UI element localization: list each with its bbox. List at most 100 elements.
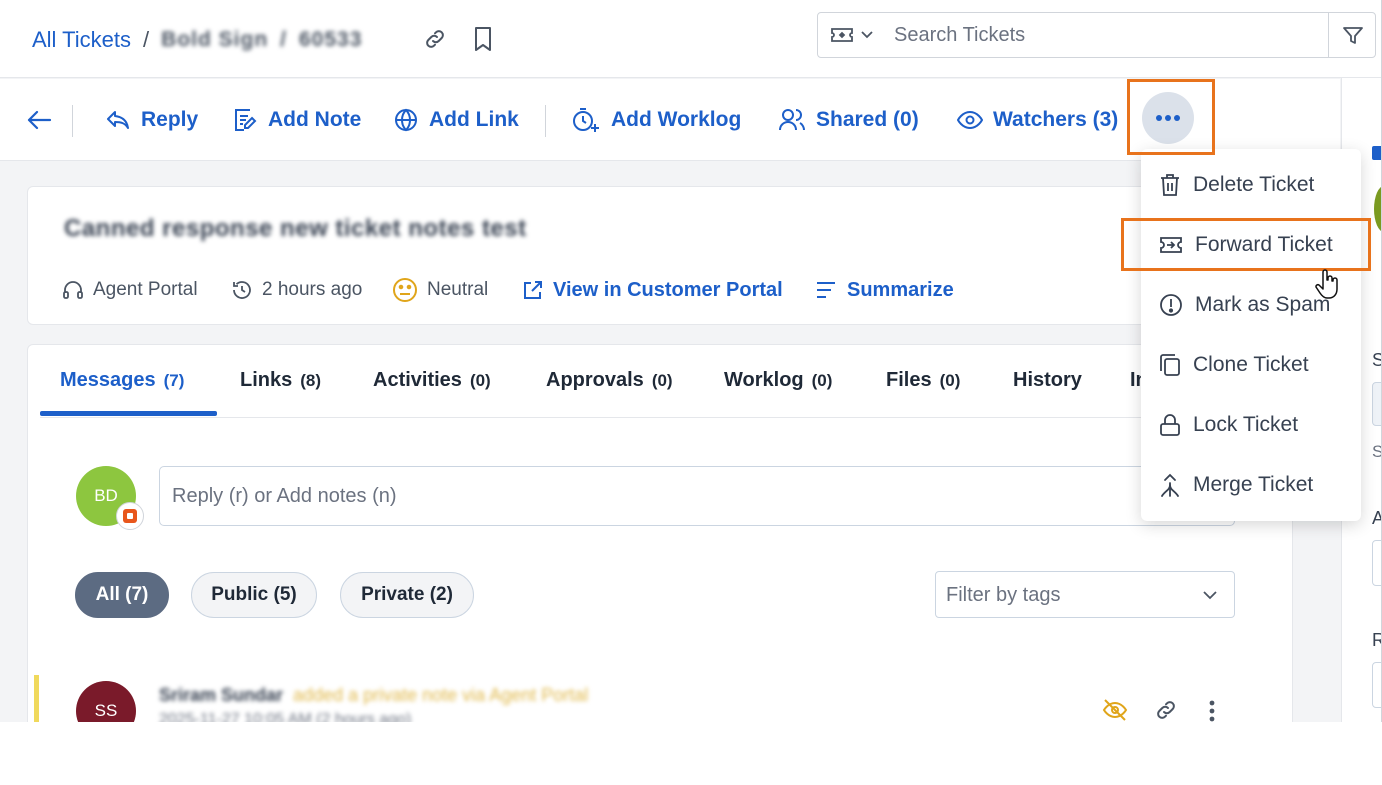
external-link-icon xyxy=(524,281,542,299)
alert-circle-icon xyxy=(1160,294,1182,316)
breadcrumb-ticket-id: 60533 xyxy=(299,28,363,51)
panel-label: A xyxy=(1372,508,1381,529)
add-worklog-label: Add Worklog xyxy=(611,108,742,131)
tag-filter-placeholder: Filter by tags xyxy=(946,584,1061,606)
message-author[interactable]: Sriram Sundar xyxy=(159,685,283,706)
filter-private-pill[interactable]: Private (2) xyxy=(340,572,474,618)
reply-button[interactable]: Reply xyxy=(105,103,198,137)
agent-badge-icon xyxy=(116,502,144,530)
reply-icon xyxy=(107,111,129,129)
summarize-button[interactable]: Summarize xyxy=(816,277,954,303)
tab-label: Activities xyxy=(373,369,462,391)
more-actions-button[interactable] xyxy=(1142,92,1194,144)
more-vertical-icon[interactable] xyxy=(1208,699,1216,722)
tab-count: (0) xyxy=(651,371,673,390)
summarize-label: Summarize xyxy=(847,278,954,301)
tab-approvals[interactable]: Approvals (0) xyxy=(546,369,673,392)
menu-item-merge-ticket[interactable]: Merge Ticket xyxy=(1141,455,1361,515)
watchers-button[interactable]: Watchers (3) xyxy=(957,103,1118,137)
ticket-detail-app: All Tickets / Bold Sign / 60533 Search T… xyxy=(0,0,1382,722)
timer-add-icon xyxy=(573,108,599,132)
reply-input[interactable] xyxy=(172,481,1072,511)
menu-item-forward-ticket[interactable]: Forward Ticket xyxy=(1141,215,1361,275)
add-worklog-button[interactable]: Add Worklog xyxy=(571,103,741,137)
tab-activities[interactable]: Activities (0) xyxy=(373,369,491,392)
panel-tab-indicator[interactable] xyxy=(1372,146,1381,160)
ticket-time: 2 hours ago xyxy=(231,277,362,303)
ticket-type-selector[interactable] xyxy=(830,25,874,45)
tab-links[interactable]: Links (8) xyxy=(240,369,321,392)
add-link-button[interactable]: Add Link xyxy=(393,103,519,137)
filter-all-pill[interactable]: All (7) xyxy=(75,572,169,618)
more-actions-menu: Delete Ticket Forward Ticket Mark as Spa… xyxy=(1141,149,1361,521)
tab-messages[interactable]: Messages (7) xyxy=(60,369,184,392)
panel-field[interactable] xyxy=(1372,662,1381,708)
toolbar-divider xyxy=(72,105,73,137)
view-in-customer-portal-link[interactable]: View in Customer Portal xyxy=(522,277,783,303)
copy-link-icon[interactable] xyxy=(423,27,447,51)
menu-item-clone-ticket[interactable]: Clone Ticket xyxy=(1141,335,1361,395)
ticket-source: Agent Portal xyxy=(62,277,198,303)
neutral-face-icon xyxy=(393,278,417,302)
tab-history[interactable]: History xyxy=(1013,369,1082,392)
menu-item-label: Forward Ticket xyxy=(1195,233,1333,256)
add-note-button[interactable]: Add Note xyxy=(232,103,361,137)
tab-worklog[interactable]: Worklog (0) xyxy=(724,369,832,392)
add-link-label: Add Link xyxy=(429,108,519,131)
eye-icon xyxy=(957,110,983,130)
users-icon xyxy=(779,109,805,131)
breadcrumb-separator: / xyxy=(143,27,150,52)
tab-label: Links xyxy=(240,369,293,391)
headset-icon xyxy=(63,281,83,299)
search-divider xyxy=(1328,13,1329,57)
note-icon xyxy=(235,109,257,131)
tabs-border xyxy=(40,417,1280,418)
panel-field[interactable] xyxy=(1372,540,1381,586)
message-link-icon[interactable] xyxy=(1154,698,1178,722)
panel-field[interactable] xyxy=(1372,382,1381,426)
ticket-toolbar: Reply Add Note Add Link Add Worklog Shar… xyxy=(0,79,1340,161)
eye-off-icon[interactable] xyxy=(1102,697,1128,722)
hand-cursor-icon xyxy=(1314,268,1342,300)
tab-files[interactable]: Files (0) xyxy=(886,369,960,392)
panel-label: R xyxy=(1372,630,1381,651)
bookmark-icon[interactable] xyxy=(471,25,495,53)
active-tab-indicator xyxy=(40,411,217,416)
breadcrumb-project[interactable]: Bold Sign xyxy=(161,28,268,52)
add-note-label: Add Note xyxy=(268,108,362,131)
chevron-down-icon xyxy=(861,31,873,39)
chevron-down-icon xyxy=(1203,591,1217,600)
avatar: SS xyxy=(76,681,136,722)
search-input[interactable] xyxy=(894,21,1294,49)
history-icon xyxy=(233,281,251,299)
merge-icon xyxy=(1161,473,1179,497)
panel-label: S xyxy=(1372,442,1381,462)
breadcrumb-separator: / xyxy=(280,28,287,51)
tab-count: (7) xyxy=(163,371,185,390)
ticket-summary-card: Canned response new ticket notes test Ag… xyxy=(27,186,1287,325)
tab-count: (0) xyxy=(811,371,833,390)
message-date: 2025-11-27 10:05 AM (2 hours ago) xyxy=(159,711,412,722)
ticket-sentiment-label: Neutral xyxy=(427,279,489,300)
shared-button[interactable]: Shared (0) xyxy=(778,103,919,137)
ticket-time-label: 2 hours ago xyxy=(262,279,363,300)
globe-icon xyxy=(395,108,417,132)
message-header: Sriram Sundar added a private note via A… xyxy=(159,685,588,706)
avatar-initials: BD xyxy=(94,486,118,505)
filter-icon[interactable] xyxy=(1342,25,1364,47)
search-bar xyxy=(817,12,1376,58)
watchers-label: Watchers (3) xyxy=(993,108,1119,131)
view-in-customer-portal-label: View in Customer Portal xyxy=(553,278,783,301)
menu-item-label: Delete Ticket xyxy=(1193,173,1315,196)
tag-filter-select[interactable]: Filter by tags xyxy=(935,571,1235,618)
breadcrumb-all-tickets-link[interactable]: All Tickets xyxy=(32,27,131,53)
page-header: All Tickets / Bold Sign / 60533 xyxy=(0,0,1381,78)
menu-item-delete-ticket[interactable]: Delete Ticket xyxy=(1141,155,1361,215)
menu-item-lock-ticket[interactable]: Lock Ticket xyxy=(1141,395,1361,455)
filter-public-pill[interactable]: Public (5) xyxy=(191,572,317,618)
more-horizontal-icon xyxy=(1156,115,1180,121)
tab-count: (8) xyxy=(300,371,322,390)
back-arrow-icon[interactable] xyxy=(26,108,52,132)
avatar-initials: SS xyxy=(94,701,118,720)
conversation-card: Messages (7) Links (8) Activities (0) Appro… xyxy=(27,344,1293,722)
